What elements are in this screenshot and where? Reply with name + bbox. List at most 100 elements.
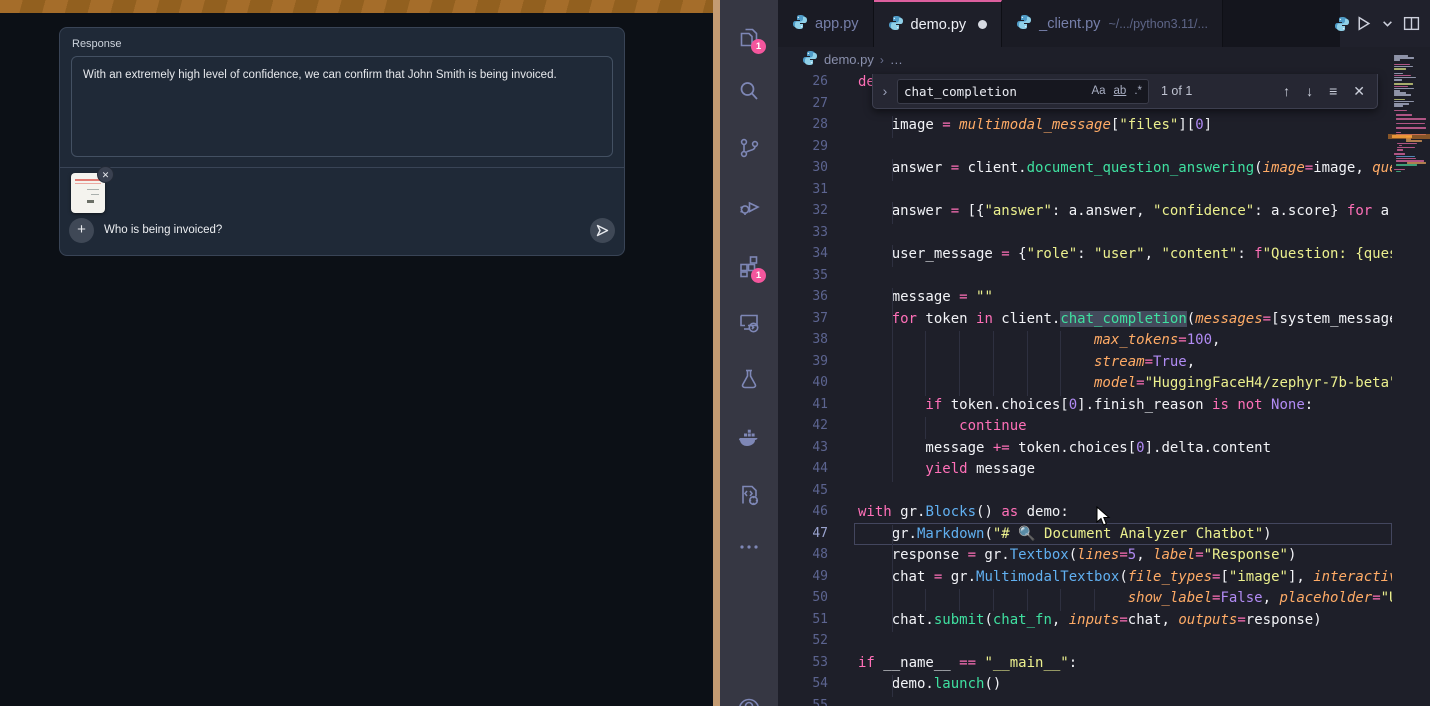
code-line[interactable]: 32answer = [{"answer": a.answer, "confid… (778, 202, 1392, 224)
code-line[interactable]: 36message = "" (778, 288, 1392, 310)
find-widget: › Aa ab .* 1 of 1 ↑ ↓ ≡ ✕ (872, 74, 1378, 109)
tab-path-hint: ~/.../python3.11/... (1108, 17, 1208, 31)
python-icon (802, 50, 818, 69)
gradio-card: Response With an extremely high level of… (59, 27, 625, 256)
card-divider (60, 167, 624, 168)
toggle-replace-chevron-icon[interactable]: › (873, 83, 897, 99)
find-close-button[interactable]: ✕ (1353, 83, 1365, 100)
code-line[interactable]: 44yield message (778, 460, 1392, 482)
code-line[interactable]: 46with gr.Blocks() as demo: (778, 503, 1392, 525)
regex-icon[interactable]: .* (1134, 85, 1142, 97)
editor-area: app.py demo.py _client.py ~/.../python3.… (778, 0, 1430, 706)
line-number: 44 (778, 461, 828, 476)
find-input-box[interactable]: Aa ab .* (897, 79, 1149, 104)
remove-attachment-button[interactable]: ✕ (97, 166, 114, 183)
code-line[interactable]: 34user_message = {"role": "user", "conte… (778, 245, 1392, 267)
more-actions-icon[interactable] (736, 541, 762, 551)
response-label: Response (72, 38, 122, 50)
add-file-button[interactable]: + (69, 218, 94, 243)
modified-dot-icon[interactable] (978, 20, 987, 29)
tab-client-py[interactable]: _client.py ~/.../python3.11/... (1002, 0, 1223, 47)
code-line[interactable]: 49chat = gr.MultimodalTextbox(file_types… (778, 568, 1392, 590)
line-number: 43 (778, 440, 828, 455)
tab-bar: app.py demo.py _client.py ~/.../python3.… (778, 0, 1430, 47)
code-line[interactable]: 52 (778, 632, 1392, 654)
source-control-icon[interactable] (736, 135, 762, 161)
run-file-button[interactable] (1355, 15, 1372, 32)
whole-word-icon[interactable]: ab (1114, 85, 1127, 97)
code-line[interactable]: 38max_tokens=100, (778, 331, 1392, 353)
code-line[interactable]: 53if __name__ == "__main__": (778, 654, 1392, 676)
line-number: 33 (778, 225, 828, 240)
find-input[interactable] (904, 84, 1083, 99)
code-line[interactable]: 43message += token.choices[0].delta.cont… (778, 439, 1392, 461)
tab-app-py[interactable]: app.py (778, 0, 874, 47)
code-line[interactable]: 28image = multimodal_message["files"][0] (778, 116, 1392, 138)
code-line[interactable]: 48response = gr.Textbox(lines=5, label="… (778, 546, 1392, 568)
vscode-window: 1 (720, 0, 1430, 706)
minimap[interactable] (1392, 48, 1430, 706)
code-line[interactable]: 29 (778, 138, 1392, 160)
line-number: 28 (778, 117, 828, 132)
send-button[interactable] (590, 218, 615, 243)
code-line[interactable]: 37for token in client.chat_completion(me… (778, 310, 1392, 332)
breadcrumb[interactable]: demo.py › … (778, 47, 1392, 72)
split-editor-button[interactable] (1403, 15, 1420, 32)
find-match-count: 1 of 1 (1161, 84, 1192, 98)
run-debug-icon[interactable] (736, 194, 762, 220)
python-icon (792, 14, 808, 34)
code-line[interactable]: 55 (778, 697, 1392, 706)
remote-explorer-icon[interactable] (736, 309, 762, 335)
breadcrumb-file[interactable]: demo.py (824, 52, 874, 67)
desktop-screen: Response With an extremely high level of… (0, 0, 1430, 706)
account-icon[interactable] (736, 687, 762, 706)
explorer-icon[interactable]: 1 (736, 24, 762, 50)
line-number: 26 (778, 74, 828, 89)
code-runner-icon[interactable] (736, 482, 762, 508)
code-editor[interactable]: 26def chat_fn(multimodal_message):2728im… (778, 72, 1430, 706)
tab-demo-py[interactable]: demo.py (874, 0, 1003, 47)
code-line[interactable]: 41if token.choices[0].finish_reason is n… (778, 396, 1392, 418)
chat-input[interactable]: Who is being invoiced? (104, 224, 222, 236)
line-number: 52 (778, 633, 828, 648)
code-line[interactable]: 30answer = client.document_question_answ… (778, 159, 1392, 181)
activity-bar: 1 (720, 0, 778, 706)
extensions-badge: 1 (751, 268, 766, 283)
docker-icon[interactable] (736, 424, 762, 450)
find-previous-button[interactable]: ↑ (1283, 83, 1290, 99)
breadcrumb-more[interactable]: … (890, 52, 903, 67)
line-number: 32 (778, 203, 828, 218)
line-number: 41 (778, 397, 828, 412)
attachment-thumbnail[interactable]: ✕ (71, 173, 105, 213)
line-number: 55 (778, 698, 828, 706)
line-number: 37 (778, 311, 828, 326)
find-next-button[interactable]: ↓ (1306, 83, 1313, 99)
match-case-icon[interactable]: Aa (1091, 85, 1105, 97)
line-number: 38 (778, 332, 828, 347)
line-number: 51 (778, 612, 828, 627)
line-number: 54 (778, 676, 828, 691)
run-dropdown-chevron-icon[interactable] (1382, 18, 1393, 29)
code-line[interactable]: 31 (778, 181, 1392, 203)
extensions-icon[interactable]: 1 (736, 253, 762, 279)
testing-beaker-icon[interactable] (736, 366, 762, 392)
line-number: 46 (778, 504, 828, 519)
response-textbox[interactable]: With an extremely high level of confiden… (71, 56, 613, 157)
explorer-badge: 1 (751, 39, 766, 54)
code-line[interactable]: 54demo.launch() (778, 675, 1392, 697)
line-number: 42 (778, 418, 828, 433)
code-line[interactable]: 35 (778, 267, 1392, 289)
code-line[interactable]: 51chat.submit(chat_fn, inputs=chat, outp… (778, 611, 1392, 633)
code-line[interactable]: 39stream=True, (778, 353, 1392, 375)
code-line[interactable]: 47gr.Markdown("# 🔍 Document Analyzer Cha… (778, 525, 1392, 547)
find-in-selection-button[interactable]: ≡ (1329, 83, 1337, 99)
code-line[interactable]: 42continue (778, 417, 1392, 439)
line-number: 49 (778, 569, 828, 584)
code-line[interactable]: 33 (778, 224, 1392, 246)
code-line[interactable]: 45 (778, 482, 1392, 504)
line-number: 50 (778, 590, 828, 605)
code-line[interactable]: 50show_label=False, placeholder="Upload … (778, 589, 1392, 611)
code-line[interactable]: 40model="HuggingFaceH4/zephyr-7b-beta"): (778, 374, 1392, 396)
breadcrumb-separator: › (880, 53, 884, 67)
search-icon[interactable] (736, 78, 762, 104)
